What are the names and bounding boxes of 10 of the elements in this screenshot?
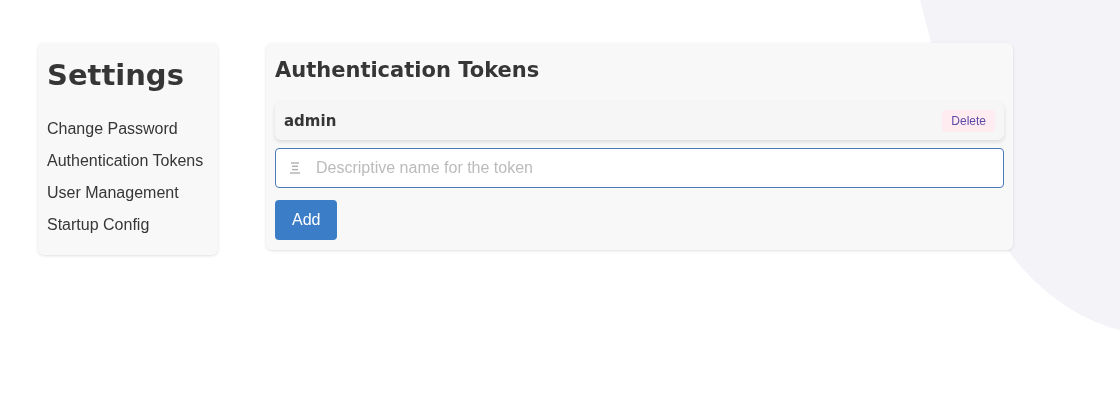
add-button[interactable]: Add bbox=[275, 200, 338, 240]
delete-button[interactable]: Delete bbox=[942, 110, 995, 132]
sidebar-link[interactable]: Change Password bbox=[47, 113, 209, 145]
sidebar-link[interactable]: User Management bbox=[47, 177, 209, 209]
token-name-field[interactable]: Descriptive name for the token bbox=[275, 148, 1004, 188]
sidebar-link[interactable]: Startup Config bbox=[47, 209, 209, 241]
token-name: admin bbox=[284, 112, 337, 130]
sidebar-title: Settings bbox=[47, 57, 185, 94]
sidebar-link[interactable]: Authentication Tokens bbox=[47, 145, 209, 177]
panel-title: Authentication Tokens bbox=[275, 57, 541, 84]
